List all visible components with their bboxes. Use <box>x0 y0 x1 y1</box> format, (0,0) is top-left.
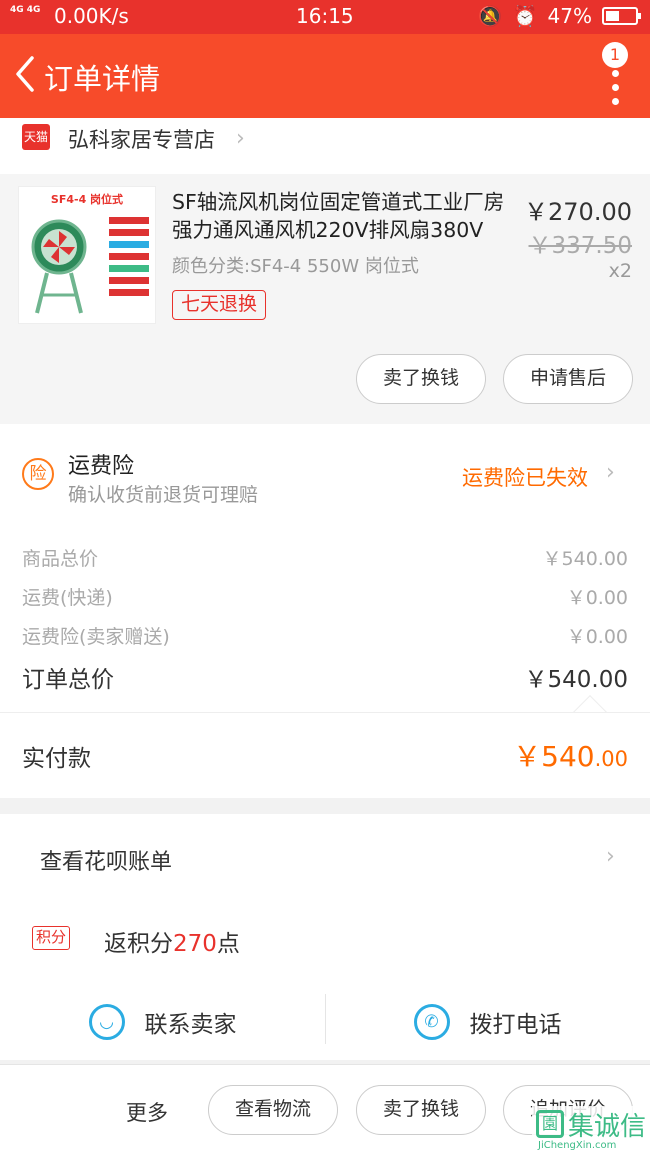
contact-seller-label: 联系卖家 <box>144 1012 237 1038</box>
order-total-value: ￥540.00 <box>524 667 628 693</box>
watermark: 園 集诚信 JiChengXin.com <box>532 1106 650 1155</box>
insurance-title: 运费险 <box>68 454 135 479</box>
product-quantity: x2 <box>608 260 632 282</box>
clock: 16:15 <box>296 4 354 28</box>
insurance-status[interactable]: 运费险已失效 <box>462 462 588 492</box>
app-header: 订单详情 1 <box>0 34 650 118</box>
paid-value-cents: .00 <box>594 747 628 771</box>
price-label: 运费(快递) <box>22 587 113 609</box>
watermark-text: 集诚信 <box>568 1112 647 1142</box>
product-price: ￥270.00 <box>524 198 632 226</box>
network-indicator: 4G 4G <box>10 5 41 15</box>
points-suffix: 点 <box>216 931 240 957</box>
paid-label: 实付款 <box>22 746 91 772</box>
page-title: 订单详情 <box>44 62 161 96</box>
huabei-label: 查看花呗账单 <box>40 850 173 875</box>
sell-for-cash-button[interactable]: 卖了换钱 <box>356 354 486 404</box>
phone-icon: ✆ <box>413 1004 450 1040</box>
shop-row[interactable]: 天猫 弘科家居专营店 › <box>0 118 650 174</box>
chat-icon: ◡ <box>88 1004 125 1040</box>
chevron-right-icon: › <box>606 460 615 485</box>
seven-day-return-tag: 七天退换 <box>172 290 267 320</box>
chevron-right-icon: › <box>236 126 245 151</box>
notification-badge: 1 <box>602 42 628 68</box>
points-tag: 积分 <box>32 926 71 950</box>
price-value: ￥0.00 <box>566 587 628 609</box>
call-phone-button[interactable]: ✆ 拨打电话 <box>325 984 650 1060</box>
shipping-insurance-row[interactable]: 险 运费险 确认收货前退货可理赔 运费险已失效 › <box>0 424 650 524</box>
chevron-right-icon: › <box>606 844 615 869</box>
price-row: 商品总价 ￥540.00 <box>22 544 628 571</box>
shop-name: 弘科家居专营店 <box>68 128 215 152</box>
fan-illustration <box>31 217 149 314</box>
battery-icon <box>602 7 641 25</box>
insurance-subtitle: 确认收货前退货可理赔 <box>68 484 259 506</box>
alarm-icon: ⏰ <box>512 4 538 28</box>
product-spec: 颜色分类:SF4-4 550W 岗位式 <box>172 256 419 277</box>
price-value: ￥540.00 <box>542 548 628 570</box>
product-original-price: ￥337.50 <box>528 233 632 259</box>
contact-seller-button[interactable]: ◡ 联系卖家 <box>0 984 325 1060</box>
order-total-label: 订单总价 <box>22 667 114 693</box>
product-image[interactable]: SF4-4 岗位式 <box>18 186 156 324</box>
price-row: 运费(快递) ￥0.00 <box>22 583 628 610</box>
price-label: 商品总价 <box>22 548 99 570</box>
more-actions-button[interactable]: 更多 <box>126 1097 168 1127</box>
view-logistics-button[interactable]: 查看物流 <box>208 1085 338 1135</box>
order-total-row: 订单总价 ￥540.00 <box>22 660 628 694</box>
price-breakdown: 商品总价 ￥540.00 运费(快递) ￥0.00 运费险(卖家赠送) ￥0.0… <box>0 524 650 712</box>
paid-value: ￥540.00 <box>513 735 628 775</box>
price-label: 运费险(卖家赠送) <box>22 626 170 648</box>
tmall-icon: 天猫 <box>22 124 50 150</box>
watermark-url: JiChengXin.com <box>538 1140 617 1151</box>
points-number: 270 <box>173 931 217 957</box>
mute-icon: 🔕 <box>477 4 503 28</box>
points-row: 积分 返积分270点 <box>0 904 650 984</box>
paid-row: 实付款 ￥540.00 <box>0 712 650 798</box>
huabei-bill-row[interactable]: 查看花呗账单 › <box>0 814 650 904</box>
points-prefix: 返积分 <box>104 931 173 957</box>
paid-value-main: ￥540 <box>513 740 595 773</box>
product-card[interactable]: SF4-4 岗位式 SF轴流风机岗位固定管道式工业厂房强力通风通风机220V排风… <box>0 174 650 424</box>
back-arrow-icon[interactable] <box>10 54 40 94</box>
status-right: 🔕 ⏰ 47% <box>477 4 641 28</box>
price-row: 运费险(卖家赠送) ￥0.00 <box>22 622 628 649</box>
after-sale-button[interactable]: 申请售后 <box>503 354 633 404</box>
contact-row: ◡ 联系卖家 ✆ 拨打电话 <box>0 984 650 1060</box>
call-phone-label: 拨打电话 <box>469 1012 562 1038</box>
points-text: 返积分270点 <box>104 924 240 958</box>
watermark-logo-icon: 園 <box>536 1110 564 1138</box>
price-value: ￥0.00 <box>566 626 628 648</box>
battery-percent: 47% <box>547 4 592 28</box>
status-bar: 4G 4G 0.00K/s 16:15 🔕 ⏰ 47% <box>0 0 650 34</box>
product-image-label: SF4-4 岗位式 <box>50 193 124 206</box>
product-title[interactable]: SF轴流风机岗位固定管道式工业厂房强力通风通风机220V排风扇380V <box>172 188 522 244</box>
network-speed: 0.00K/s <box>54 4 129 28</box>
insurance-icon: 险 <box>22 458 54 490</box>
sell-for-cash-button[interactable]: 卖了换钱 <box>356 1085 486 1135</box>
